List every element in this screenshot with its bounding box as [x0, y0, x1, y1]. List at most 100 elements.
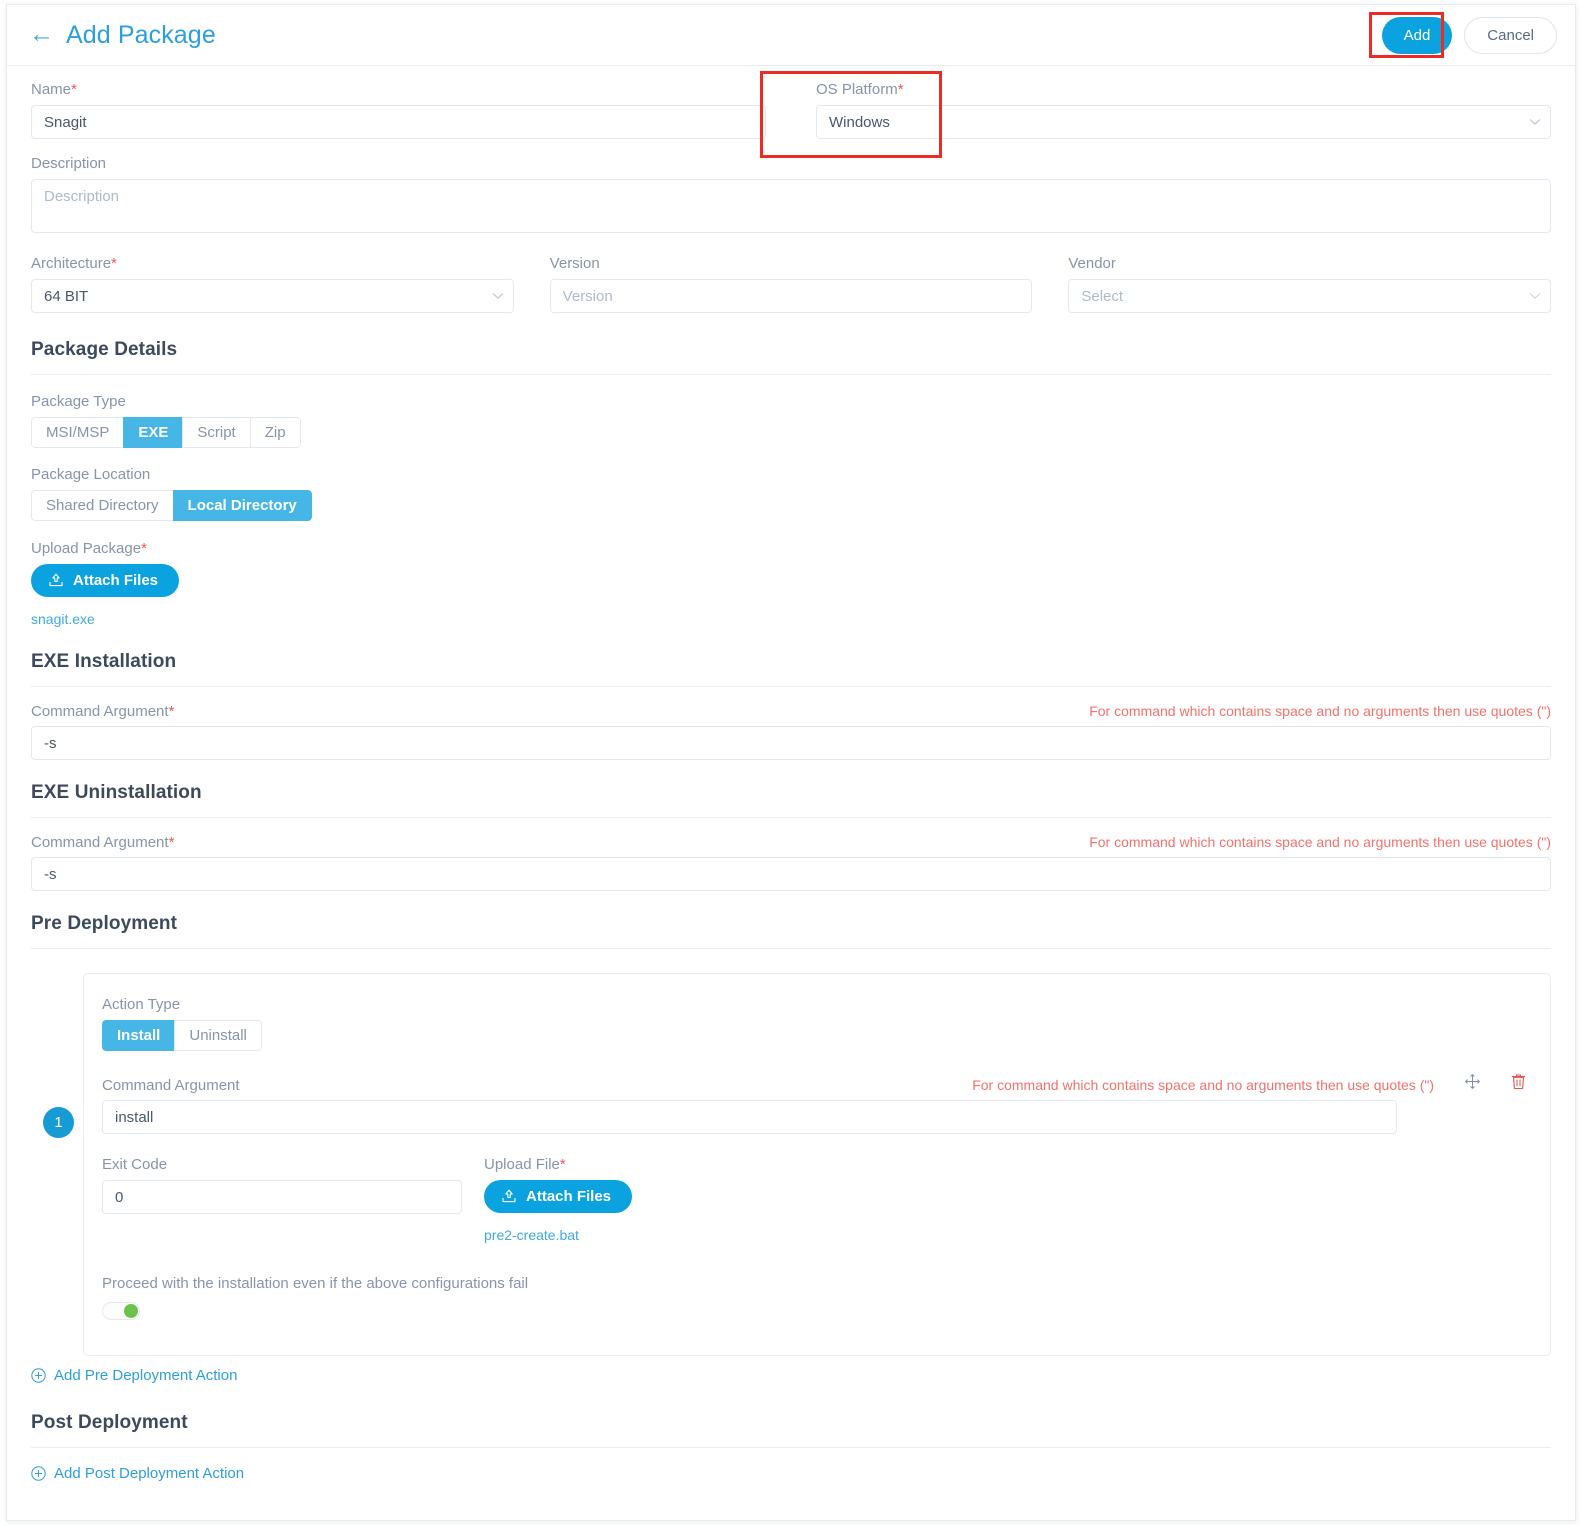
add-pre-deployment-action-link[interactable]: Add Pre Deployment Action	[31, 1367, 237, 1384]
uploaded-file-link-package[interactable]: snagit.exe	[31, 611, 95, 627]
package-type-option-zip[interactable]: Zip	[249, 417, 301, 448]
plus-circle-icon	[31, 1368, 46, 1383]
pre-deployment-title: Pre Deployment	[31, 913, 178, 934]
action-type-label: Action Type	[102, 996, 181, 1013]
section-divider	[31, 686, 1551, 687]
version-input[interactable]	[549, 279, 1033, 313]
package-type-label: Package Type	[31, 393, 126, 410]
page-title: Add Package	[66, 20, 216, 49]
description-field-group: Description	[31, 155, 1551, 238]
exe-installation-section: EXE Installation	[31, 651, 1551, 687]
arch-version-vendor-row: Architecture* Version Vendor	[31, 255, 1552, 313]
upload-icon	[501, 1189, 517, 1204]
vendor-label: Vendor	[1068, 255, 1116, 272]
install-command-group: Command Argument* For command which cont…	[31, 703, 1551, 760]
architecture-select-wrap	[31, 279, 514, 313]
action-command-label: Command Argument	[102, 1077, 240, 1094]
add-post-deployment-action-row: Add Post Deployment Action	[31, 1465, 1551, 1486]
proceed-toggle-switch[interactable]	[102, 1302, 140, 1320]
package-location-group: Package Location Shared Directory Local …	[31, 466, 1551, 521]
cancel-button[interactable]: Cancel	[1464, 16, 1557, 54]
package-details-title: Package Details	[31, 339, 178, 360]
package-type-toggle: MSI/MSP EXE Script Zip	[31, 417, 301, 448]
package-type-option-exe[interactable]: EXE	[123, 417, 183, 448]
vendor-field-group: Vendor	[1050, 255, 1552, 313]
exit-code-label: Exit Code	[102, 1156, 168, 1173]
section-divider	[31, 948, 1551, 949]
plus-circle-icon	[31, 1466, 46, 1481]
version-field-group: Version	[532, 255, 1051, 313]
toggle-knob	[124, 1304, 138, 1318]
package-location-option-shared[interactable]: Shared Directory	[31, 490, 173, 521]
os-platform-select-wrap	[816, 105, 1551, 139]
architecture-select[interactable]	[31, 279, 514, 313]
attach-files-button-action[interactable]: Attach Files	[484, 1180, 633, 1213]
add-post-deployment-action-link[interactable]: Add Post Deployment Action	[31, 1465, 244, 1482]
uploaded-file-link-action[interactable]: pre2-create.bat	[484, 1227, 579, 1243]
exe-uninstallation-title: EXE Uninstallation	[31, 782, 202, 803]
page-header: ← Add Package Add Cancel	[7, 5, 1575, 65]
trash-icon[interactable]	[1509, 1071, 1528, 1092]
arrow-left-icon[interactable]: ←	[29, 21, 54, 47]
proceed-toggle-group: Proceed with the installation even if th…	[102, 1275, 1528, 1325]
post-deployment-title: Post Deployment	[31, 1412, 188, 1433]
add-post-deployment-action-label: Add Post Deployment Action	[54, 1465, 245, 1482]
add-button[interactable]: Add	[1381, 16, 1453, 54]
attach-files-label: Attach Files	[73, 572, 159, 589]
attach-files-button-package[interactable]: Attach Files	[31, 564, 180, 597]
exit-code-input[interactable]	[102, 1180, 462, 1214]
upload-file-label: Upload File*	[484, 1156, 566, 1173]
header-actions: Add Cancel	[1381, 16, 1557, 54]
upload-file-group: Upload File* Attach Files pre2-create.ba…	[484, 1156, 633, 1245]
install-command-input[interactable]	[31, 726, 1551, 760]
action-type-option-uninstall[interactable]: Uninstall	[174, 1020, 262, 1051]
add-pre-deployment-action-row: Add Pre Deployment Action	[31, 1367, 1551, 1388]
name-os-row: Name* OS Platform*	[31, 81, 1551, 139]
action-command-header: Command Argument For command which conta…	[102, 1071, 1528, 1100]
header-divider	[7, 65, 1575, 66]
pre-deployment-action-card: Action Type Install Uninstall Command Ar…	[83, 973, 1551, 1356]
name-field-group: Name*	[31, 81, 791, 139]
os-platform-select[interactable]	[816, 105, 1551, 139]
action-command-input[interactable]	[102, 1100, 1397, 1134]
section-divider	[31, 817, 1551, 818]
post-deployment-section: Post Deployment	[31, 1412, 1551, 1448]
architecture-field-group: Architecture*	[31, 255, 532, 313]
exit-code-group: Exit Code	[102, 1156, 462, 1245]
form-body: Name* OS Platform* Description Archite	[7, 81, 1575, 949]
package-location-label: Package Location	[31, 466, 151, 483]
description-label: Description	[31, 155, 107, 172]
attach-files-label: Attach Files	[526, 1188, 612, 1205]
upload-icon	[48, 573, 64, 588]
package-type-group: Package Type MSI/MSP EXE Script Zip	[31, 393, 1551, 448]
required-asterisk: *	[168, 834, 175, 851]
architecture-label: Architecture*	[31, 255, 117, 272]
package-location-toggle: Shared Directory Local Directory	[31, 490, 312, 521]
os-platform-label: OS Platform*	[816, 81, 904, 98]
description-textarea[interactable]	[31, 179, 1551, 233]
name-input[interactable]	[31, 105, 766, 139]
required-asterisk: *	[897, 81, 904, 98]
upload-package-group: Upload Package* Attach Files snagit.exe	[31, 540, 1551, 629]
action-command-hint: For command which contains space and no …	[972, 1077, 1434, 1093]
uninstall-command-input[interactable]	[31, 857, 1551, 891]
section-divider	[31, 374, 1551, 375]
uninstall-command-group: Command Argument* For command which cont…	[31, 834, 1551, 891]
action-type-option-install[interactable]: Install	[102, 1020, 175, 1051]
pre-deployment-section: Pre Deployment	[31, 913, 1551, 949]
uninstall-command-label: Command Argument*	[31, 834, 175, 851]
package-type-option-msi[interactable]: MSI/MSP	[31, 417, 124, 448]
pre-deployment-action-area: 1 Action Type Install Uninstall Command …	[7, 973, 1575, 1356]
package-location-option-local[interactable]: Local Directory	[172, 490, 312, 521]
package-type-option-script[interactable]: Script	[182, 417, 250, 448]
move-icon[interactable]	[1462, 1071, 1483, 1092]
upload-package-label: Upload Package*	[31, 540, 147, 557]
vendor-select-wrap	[1068, 279, 1552, 313]
action-type-toggle: Install Uninstall	[102, 1020, 262, 1051]
add-pre-deployment-action-label: Add Pre Deployment Action	[54, 1367, 238, 1384]
required-asterisk: *	[111, 255, 117, 272]
vendor-select[interactable]	[1068, 279, 1552, 313]
action-index-badge: 1	[43, 1107, 74, 1138]
name-label: Name*	[31, 81, 77, 98]
required-asterisk: *	[71, 81, 77, 98]
